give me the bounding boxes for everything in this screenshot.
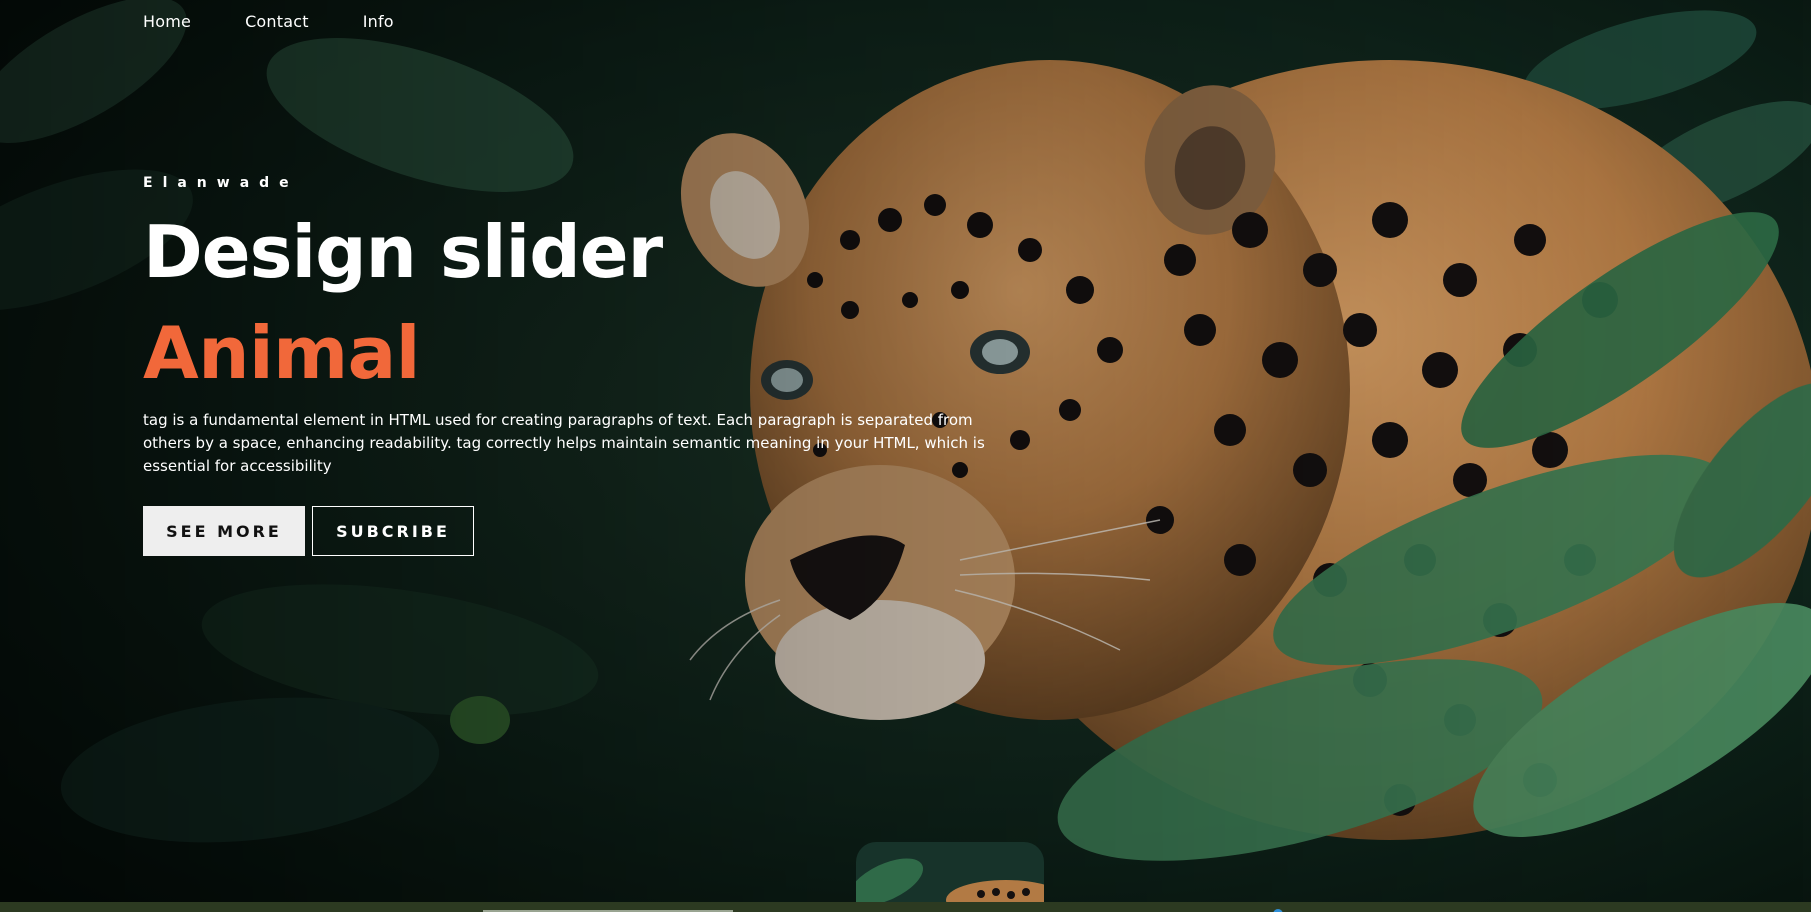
slide-topic: Animal bbox=[143, 311, 420, 395]
slide-title: Design slider bbox=[143, 210, 663, 294]
jaguar-thumbnail-image bbox=[856, 842, 1044, 902]
top-navigation: Home Contact Info bbox=[143, 12, 394, 31]
bottom-bar bbox=[0, 902, 1811, 912]
slide-author: Elanwade bbox=[143, 175, 299, 191]
slide-thumbnail[interactable] bbox=[856, 842, 1044, 902]
nav-link-contact[interactable]: Contact bbox=[245, 12, 309, 31]
see-more-button[interactable]: SEE MORE bbox=[143, 506, 305, 556]
slide-content: Elanwade Design slider Animal tag is a f… bbox=[143, 175, 1003, 556]
slide-description: tag is a fundamental element in HTML use… bbox=[143, 411, 985, 475]
nav-link-info[interactable]: Info bbox=[363, 12, 394, 31]
slide-buttons: SEE MORE SUBCRIBE bbox=[143, 506, 1003, 556]
subscribe-button[interactable]: SUBCRIBE bbox=[312, 506, 474, 556]
nav-link-home[interactable]: Home bbox=[143, 12, 191, 31]
slider-page: Home Contact Info Elanwade Design slider… bbox=[0, 0, 1811, 912]
